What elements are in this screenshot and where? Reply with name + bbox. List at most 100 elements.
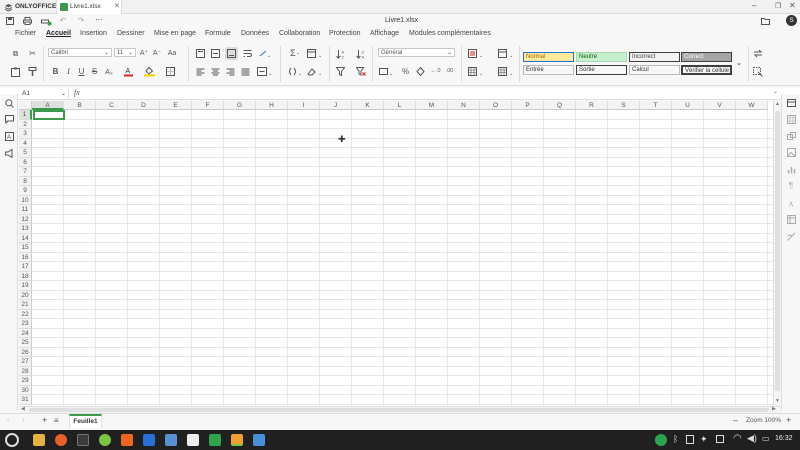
- insert-table-icon[interactable]: ⌄: [467, 66, 485, 77]
- align-middle-icon[interactable]: [210, 48, 221, 59]
- row-header[interactable]: 7: [19, 167, 32, 177]
- row-header[interactable]: 8: [19, 176, 32, 186]
- column-header[interactable]: T: [640, 101, 672, 110]
- increase-font-icon[interactable]: A⁺: [139, 48, 149, 58]
- pivot-table-settings-icon[interactable]: [786, 214, 796, 224]
- row-header[interactable]: 2: [19, 119, 32, 129]
- column-header[interactable]: P: [512, 101, 544, 110]
- cell-style-verifier[interactable]: Vérifier la cellule: [681, 65, 732, 75]
- screen-tray-icon[interactable]: [716, 435, 724, 443]
- row-header[interactable]: 10: [19, 195, 32, 205]
- signature-settings-icon[interactable]: [786, 231, 796, 241]
- change-case-icon[interactable]: Aa: [165, 48, 179, 58]
- column-header[interactable]: K: [352, 101, 384, 110]
- firefox-icon[interactable]: [55, 434, 67, 446]
- row-header[interactable]: 15: [19, 243, 32, 253]
- borders-icon[interactable]: [165, 66, 176, 77]
- paragraph-settings-icon[interactable]: ¶: [786, 181, 796, 191]
- column-header[interactable]: A: [32, 101, 64, 110]
- app-green-icon[interactable]: [99, 434, 111, 446]
- row-header[interactable]: 4: [19, 138, 32, 148]
- brave-icon[interactable]: [121, 434, 133, 446]
- align-top-icon[interactable]: [195, 48, 206, 59]
- row-header[interactable]: 18: [19, 271, 32, 281]
- font-size-dropdown[interactable]: 11 ⌄: [114, 48, 136, 57]
- row-header[interactable]: 24: [19, 328, 32, 338]
- format-as-table-icon[interactable]: ⌄: [497, 48, 515, 59]
- vertical-scroll-thumb[interactable]: [775, 111, 780, 391]
- previous-sheet-icon[interactable]: ‹: [7, 417, 9, 424]
- cell-style-neutre[interactable]: Neutre: [576, 52, 627, 62]
- selected-cell-a1[interactable]: [33, 110, 65, 120]
- cell-style-normal[interactable]: Normal: [523, 52, 574, 62]
- find-replace-icon[interactable]: [752, 48, 763, 59]
- menu-donnees[interactable]: Données: [241, 29, 269, 39]
- open-file-location-icon[interactable]: [760, 16, 770, 26]
- column-header[interactable]: V: [704, 101, 736, 110]
- menu-modules-complementaires[interactable]: Modules complémentaires: [409, 29, 491, 39]
- quick-print-icon[interactable]: [40, 16, 52, 26]
- spellcheck-icon[interactable]: A: [4, 131, 14, 141]
- column-header[interactable]: M: [416, 101, 448, 110]
- select-all-icon[interactable]: [752, 66, 763, 77]
- scroll-up-icon[interactable]: ▲: [775, 101, 780, 107]
- horizontal-scrollbar[interactable]: ◀ ▶: [19, 406, 781, 413]
- column-header[interactable]: L: [384, 101, 416, 110]
- align-center-icon[interactable]: [210, 66, 221, 77]
- chart-settings-icon[interactable]: [786, 164, 796, 174]
- menu-formule[interactable]: Formule: [205, 29, 231, 39]
- row-header[interactable]: 1: [19, 110, 32, 120]
- filter-icon[interactable]: [335, 66, 346, 77]
- column-header[interactable]: D: [128, 101, 160, 110]
- row-header[interactable]: 19: [19, 281, 32, 291]
- menu-fichier[interactable]: Fichier: [15, 29, 36, 39]
- column-header[interactable]: N: [448, 101, 480, 110]
- wifi-icon[interactable]: ◠: [733, 433, 742, 444]
- sort-ascending-icon[interactable]: AZ: [335, 48, 346, 59]
- column-header[interactable]: W: [736, 101, 768, 110]
- restore-icon[interactable]: ❐: [775, 2, 781, 10]
- minimize-icon[interactable]: –: [752, 1, 756, 10]
- cell-style-correct[interactable]: Correct: [681, 52, 732, 62]
- undo-icon[interactable]: ↶: [58, 16, 68, 26]
- select-all-corner[interactable]: [19, 101, 32, 110]
- column-header[interactable]: O: [480, 101, 512, 110]
- row-header[interactable]: 27: [19, 357, 32, 367]
- update-ok-icon[interactable]: [655, 434, 667, 446]
- cell-style-fill-icon[interactable]: [415, 66, 426, 77]
- menu-affichage[interactable]: Affichage: [370, 29, 399, 39]
- row-header[interactable]: 13: [19, 224, 32, 234]
- font-color-icon[interactable]: A: [123, 66, 133, 77]
- fill-color-icon[interactable]: [143, 66, 155, 77]
- cell-style-calcul[interactable]: Calcul: [629, 65, 680, 75]
- vertical-scrollbar[interactable]: ▲ ▼: [773, 101, 781, 406]
- font-name-dropdown[interactable]: Calibri ⌄: [48, 48, 112, 57]
- expand-formula-bar-icon[interactable]: ⌄: [773, 88, 778, 95]
- menu-accueil[interactable]: Accueil: [46, 29, 71, 39]
- start-menu-icon[interactable]: [5, 433, 19, 447]
- percent-icon[interactable]: %: [400, 66, 411, 77]
- bluetooth-icon[interactable]: ᛒ: [673, 434, 678, 444]
- cell-style-entree[interactable]: Entrée: [523, 65, 574, 75]
- comments-icon[interactable]: [4, 114, 14, 124]
- row-header[interactable]: 22: [19, 309, 32, 319]
- column-header[interactable]: S: [608, 101, 640, 110]
- clipboard-tray-icon[interactable]: [686, 435, 694, 444]
- column-header[interactable]: I: [288, 101, 320, 110]
- user-avatar[interactable]: S: [786, 15, 797, 26]
- terminal-icon[interactable]: [77, 434, 89, 446]
- conditional-formatting-icon[interactable]: ⌄: [467, 48, 485, 59]
- row-header[interactable]: 31: [19, 395, 32, 405]
- menu-protection[interactable]: Protection: [329, 29, 361, 39]
- copy-icon[interactable]: ⧉: [10, 48, 21, 59]
- row-header[interactable]: 17: [19, 262, 32, 272]
- underline-icon[interactable]: U: [77, 67, 86, 77]
- named-ranges-icon[interactable]: ⌄: [306, 48, 324, 59]
- scroll-right-icon[interactable]: ▶: [772, 406, 776, 412]
- scroll-left-icon[interactable]: ◀: [21, 406, 25, 412]
- column-header[interactable]: Q: [544, 101, 576, 110]
- styles-gallery-expand-icon[interactable]: ⌄: [734, 58, 744, 68]
- menu-dessiner[interactable]: Dessiner: [117, 29, 145, 39]
- redo-icon[interactable]: ↷: [76, 16, 86, 26]
- clear-icon[interactable]: ⌄: [306, 66, 324, 77]
